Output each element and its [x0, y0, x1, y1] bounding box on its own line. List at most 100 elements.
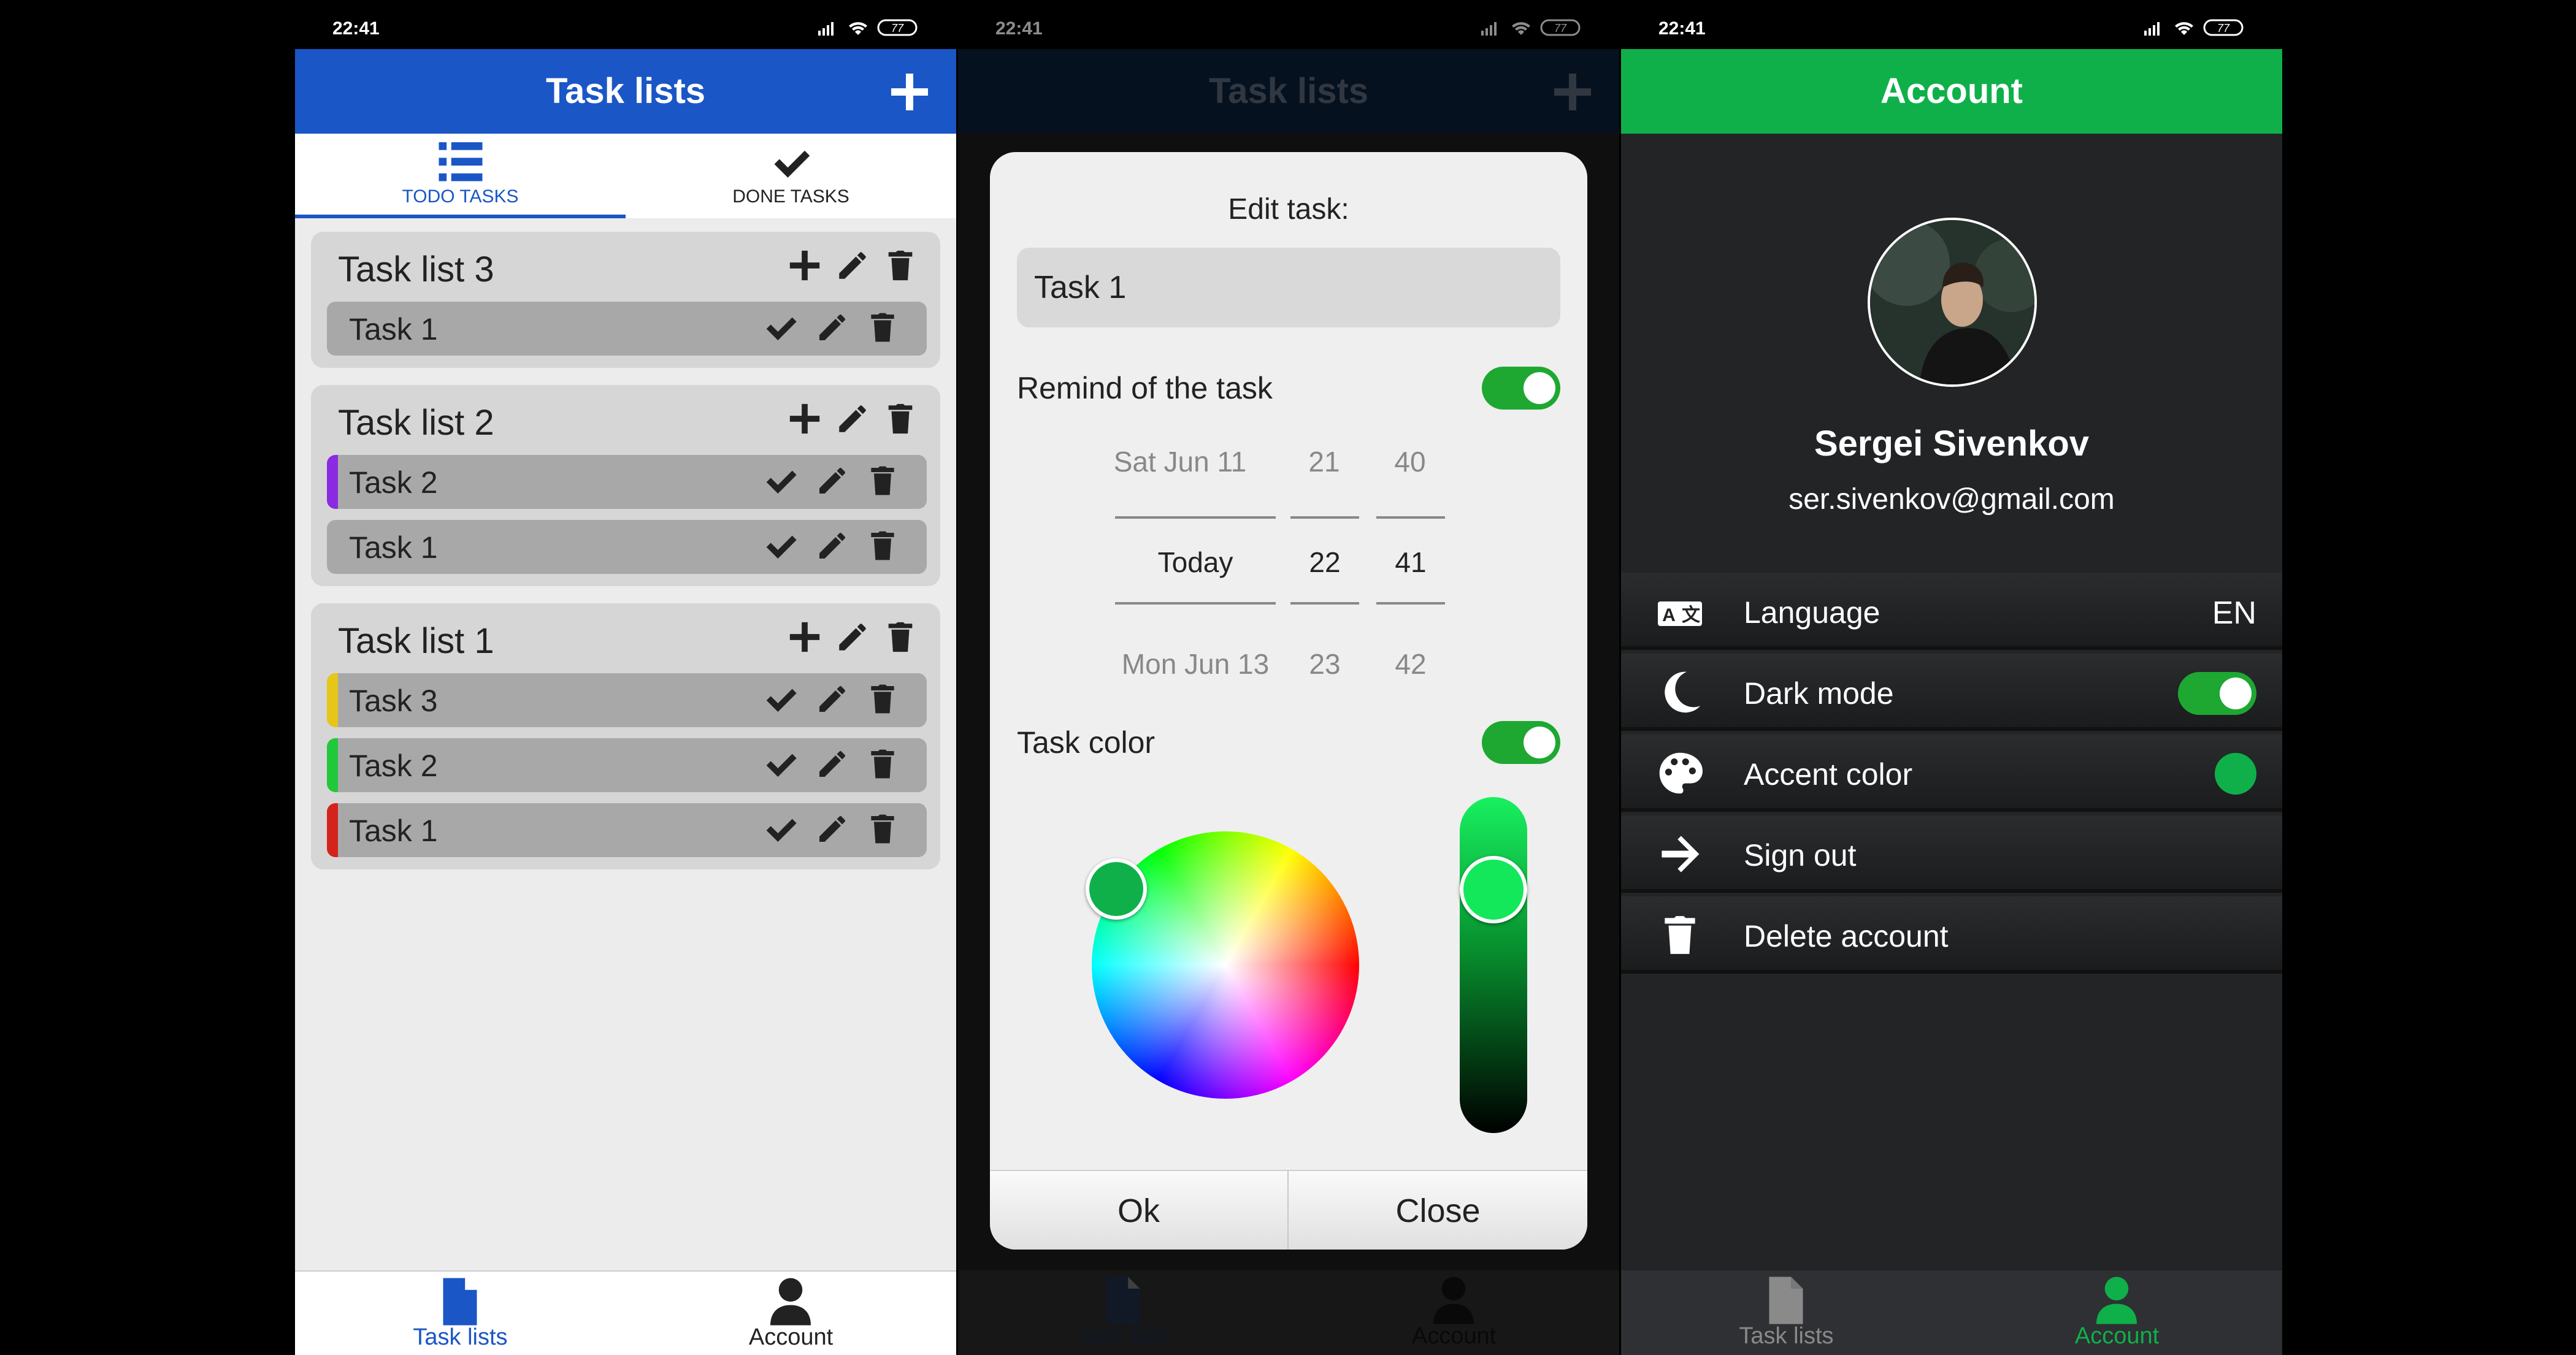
task-name-input[interactable]: Task 1: [1017, 248, 1560, 327]
app-bar: Task lists: [295, 49, 956, 134]
task-tabs: TODO TASKS DONE TASKS: [295, 134, 956, 218]
tab-todo-tasks[interactable]: TODO TASKS: [295, 134, 626, 218]
edit-icon[interactable]: [815, 529, 849, 563]
status-time: 22:41: [1658, 18, 1706, 39]
edit-icon[interactable]: [815, 310, 849, 345]
task-color-toggle[interactable]: [1482, 721, 1560, 764]
edit-icon[interactable]: [835, 248, 870, 283]
remind-toggle[interactable]: [1482, 367, 1560, 410]
mark-done-icon[interactable]: [764, 812, 798, 846]
add-task-icon[interactable]: [787, 248, 822, 283]
task-row[interactable]: Task 2: [327, 455, 927, 509]
delete-icon[interactable]: [883, 248, 918, 283]
task-list-title: Task list 2: [338, 403, 494, 443]
svg-text:A: A: [1662, 605, 1676, 625]
picker-minute-prev[interactable]: 40: [1376, 445, 1444, 478]
brightness-slider-handle[interactable]: [1460, 856, 1527, 923]
dark-mode-toggle[interactable]: [2178, 672, 2256, 715]
nav-account[interactable]: Account: [626, 1272, 956, 1355]
picker-minute-next[interactable]: 42: [1376, 647, 1445, 681]
menu-language[interactable]: A 文 Language EN: [1621, 573, 2282, 650]
signal-wifi-battery-icon: 77: [818, 19, 918, 36]
dialog-buttons: Ok Close: [990, 1170, 1587, 1250]
menu-sign-out[interactable]: Sign out: [1621, 815, 2282, 893]
trash-icon: [1655, 912, 1704, 958]
picker-date-prev[interactable]: Sat Jun 11: [1100, 445, 1260, 478]
page-title: Account: [1880, 71, 2023, 111]
page-title: Task lists: [545, 71, 706, 111]
edit-icon[interactable]: [815, 682, 849, 716]
color-wheel-handle[interactable]: [1086, 858, 1147, 920]
mark-done-icon[interactable]: [764, 747, 798, 781]
dialog-title: Edit task:: [1228, 193, 1349, 226]
mark-done-icon[interactable]: [764, 310, 798, 345]
edit-icon[interactable]: [815, 747, 849, 781]
toggle-knob: [1524, 727, 1555, 758]
svg-text:文: 文: [1682, 605, 1700, 626]
edit-icon[interactable]: [835, 619, 870, 655]
task-row[interactable]: Task 1: [327, 302, 927, 356]
delete-icon[interactable]: [865, 682, 900, 716]
nav-task-lists[interactable]: Task lists: [295, 1272, 626, 1355]
nav-task-lists[interactable]: Task lists: [1621, 1270, 1952, 1355]
nav-label: Account: [2074, 1323, 2160, 1349]
brightness-slider[interactable]: [1460, 797, 1527, 1133]
task-row[interactable]: Task 2: [327, 738, 927, 792]
picker-date-next[interactable]: Mon Jun 13: [1100, 647, 1290, 681]
mark-done-icon[interactable]: [764, 529, 798, 563]
edit-icon[interactable]: [815, 812, 849, 846]
picker-divider: [1376, 516, 1445, 519]
task-row[interactable]: Task 3: [327, 673, 927, 727]
task-color-bar: [327, 455, 338, 509]
task-name: Task 1: [349, 312, 438, 346]
menu-delete-account[interactable]: Delete account: [1621, 896, 2282, 974]
toggle-knob: [2220, 678, 2252, 709]
edit-task-screen: 22:41 77 Task lists Task lists Account E…: [958, 0, 1619, 1355]
nav-account[interactable]: Account: [1952, 1270, 2282, 1355]
menu-dark-mode[interactable]: Dark mode: [1621, 654, 2282, 731]
edit-icon[interactable]: [815, 464, 849, 498]
menu-label: Accent color: [1744, 757, 1913, 792]
list-actions: [787, 248, 922, 287]
bottom-nav: Task lists Account: [1621, 1270, 2282, 1355]
picker-date-selected[interactable]: Today: [1100, 546, 1290, 579]
ok-button[interactable]: Ok: [990, 1171, 1289, 1250]
close-button[interactable]: Close: [1289, 1171, 1587, 1250]
mark-done-icon[interactable]: [764, 682, 798, 716]
picker-divider: [1290, 516, 1359, 519]
edit-icon[interactable]: [835, 401, 870, 437]
picker-minute-selected[interactable]: 41: [1376, 546, 1445, 579]
menu-accent-color[interactable]: Accent color: [1621, 735, 2282, 812]
avatar-photo: [1870, 220, 2034, 384]
delete-icon[interactable]: [883, 401, 918, 437]
task-row[interactable]: Task 1: [327, 520, 927, 574]
task-lists-screen: 22:41 77 Task lists TODO TASKS DONE TASK…: [295, 0, 956, 1355]
picker-hour-next[interactable]: 23: [1290, 647, 1359, 681]
task-actions: [764, 682, 911, 719]
palette-icon: [1659, 752, 1703, 794]
task-actions: [764, 747, 911, 784]
add-list-button[interactable]: [887, 70, 932, 114]
list-icon: [439, 142, 483, 183]
picker-hour-selected[interactable]: 22: [1290, 546, 1359, 579]
add-task-icon[interactable]: [787, 619, 822, 655]
picker-hour-prev[interactable]: 21: [1290, 445, 1358, 478]
moon-icon: [1665, 671, 1701, 713]
add-task-icon[interactable]: [787, 401, 822, 437]
task-color-bar: [327, 803, 338, 857]
delete-icon[interactable]: [883, 619, 918, 655]
delete-icon[interactable]: [865, 529, 900, 563]
delete-icon[interactable]: [865, 310, 900, 345]
tab-done-tasks[interactable]: DONE TASKS: [626, 134, 956, 218]
delete-icon[interactable]: [865, 747, 900, 781]
remind-label: Remind of the task: [1017, 371, 1273, 405]
task-row[interactable]: Task 1: [327, 803, 927, 857]
bottom-nav: Task lists Account: [295, 1270, 956, 1355]
delete-icon[interactable]: [865, 464, 900, 498]
delete-icon[interactable]: [865, 812, 900, 846]
accent-color-swatch[interactable]: [2215, 753, 2256, 795]
mark-done-icon[interactable]: [764, 464, 798, 498]
task-color-bar: [327, 738, 338, 792]
arrow-right-icon: [1662, 836, 1700, 872]
person-icon: [2096, 1277, 2137, 1324]
